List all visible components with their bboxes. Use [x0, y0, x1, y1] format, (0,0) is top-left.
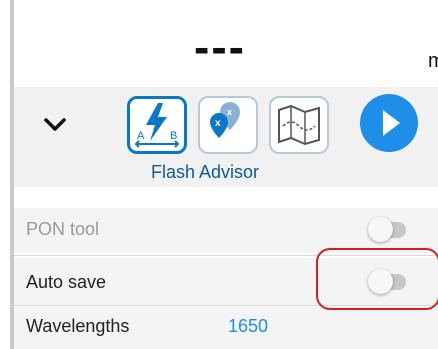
- play-button[interactable]: [360, 94, 418, 152]
- location-tool-button[interactable]: x x: [198, 96, 258, 154]
- location-icon: x x: [210, 102, 240, 138]
- play-icon: [383, 110, 400, 136]
- flash-advisor-icon: A B: [134, 103, 180, 148]
- svg-text:B: B: [170, 130, 177, 142]
- highlight-annotation: [316, 248, 438, 310]
- toggle-knob: [368, 217, 393, 242]
- wavelengths-value[interactable]: 1650: [228, 316, 268, 337]
- chevron-down-icon[interactable]: [40, 110, 70, 140]
- svg-text:x: x: [227, 107, 232, 117]
- map-icon: [278, 104, 320, 146]
- readout-unit: m: [428, 50, 438, 72]
- pon-tool-toggle[interactable]: [368, 217, 406, 242]
- flash-advisor-button[interactable]: A B: [127, 96, 187, 154]
- selected-tool-label: Flash Advisor: [150, 162, 260, 182]
- svg-text:x: x: [215, 118, 221, 129]
- svg-text:A: A: [137, 130, 145, 142]
- auto-save-label: Auto save: [26, 272, 107, 292]
- pon-tool-label: PON tool: [26, 219, 100, 239]
- map-tool-button[interactable]: [269, 96, 329, 154]
- wavelengths-label: Wavelengths: [26, 316, 130, 336]
- readout-value: ---: [194, 21, 246, 73]
- measurement-readout: --- m: [14, 0, 438, 87]
